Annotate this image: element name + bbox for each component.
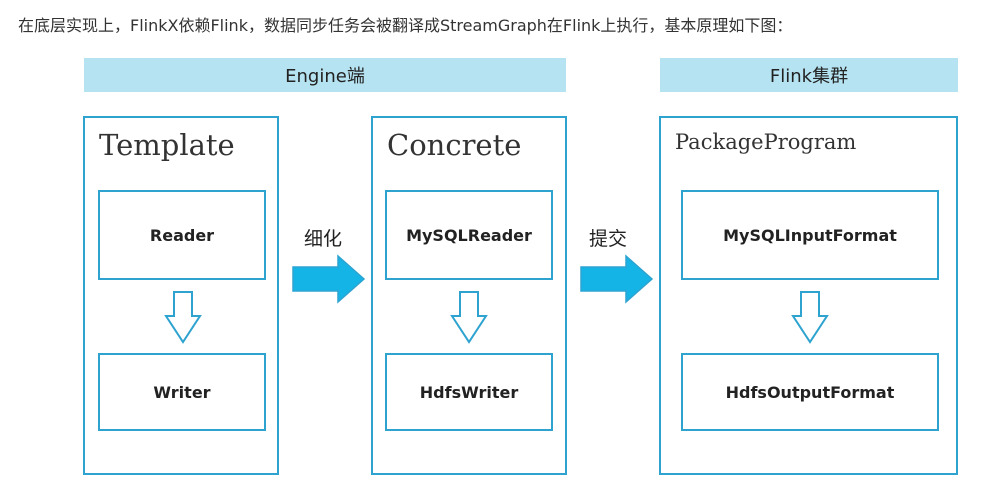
writer-label: Writer [153, 382, 211, 402]
refine-label: 细化 [304, 228, 343, 250]
concrete-title: Concrete [387, 128, 522, 162]
down-arrow-icon [164, 291, 202, 344]
template-title: Template [99, 128, 235, 162]
cluster-band-label: Flink集群 [769, 66, 849, 87]
package-title: PackageProgram [675, 130, 857, 154]
engine-band: Engine端 [84, 58, 566, 92]
mysqlreader-label: MySQLReader [406, 225, 532, 245]
down-arrow-icon [450, 291, 488, 344]
cluster-band: Flink集群 [660, 58, 958, 92]
writer-box: Writer [98, 353, 266, 431]
engine-band-label: Engine端 [285, 66, 365, 87]
hdfsoutputformat-label: HdfsOutputFormat [725, 382, 895, 402]
hdfsoutputformat-box: HdfsOutputFormat [681, 353, 939, 431]
reader-box: Reader [98, 190, 266, 280]
right-arrow-icon [580, 254, 654, 304]
mysqlreader-box: MySQLReader [385, 190, 553, 280]
down-arrow-icon [791, 291, 829, 344]
right-arrow-icon [292, 254, 366, 304]
mysqlinputformat-box: MySQLInputFormat [681, 190, 939, 280]
submit-label: 提交 [589, 228, 628, 250]
intro-text: 在底层实现上，FlinkX依赖Flink，数据同步任务会被翻译成StreamGr… [18, 16, 793, 35]
hdfswriter-label: HdfsWriter [419, 382, 519, 402]
hdfswriter-box: HdfsWriter [385, 353, 553, 431]
reader-label: Reader [149, 225, 215, 245]
mysqlinputformat-label: MySQLInputFormat [723, 225, 897, 245]
